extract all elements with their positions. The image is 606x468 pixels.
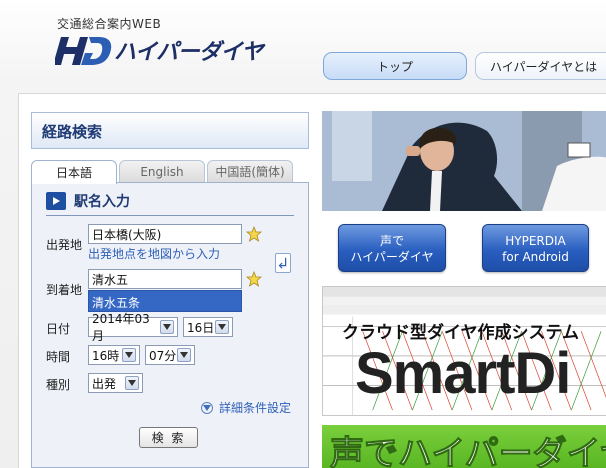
type-value: 出発 (92, 376, 117, 391)
voice-line2: ハイパーダイヤ (350, 250, 434, 264)
expand-icon (201, 401, 213, 414)
type-label: 種別 (46, 378, 71, 392)
site-subtitle: 交通総合案内WEB (57, 17, 162, 31)
play-icon (46, 192, 66, 210)
to-label: 到着地 (46, 283, 83, 297)
voice-line1: 声で (379, 234, 404, 248)
section-header: 駅名入力 (46, 191, 130, 211)
month-select[interactable]: 2014年03月 (88, 312, 178, 343)
chevron-down-icon (122, 348, 136, 362)
from-label: 出発地 (46, 238, 83, 252)
chevron-down-icon (215, 320, 229, 334)
station-input-heading: 駅名入力 (74, 194, 130, 210)
nav-tab-about[interactable]: ハイパーダイヤとは (475, 52, 606, 80)
hyperdia-android-button[interactable]: HYPERDIA for Android (482, 224, 589, 272)
minute-select[interactable]: 07分 (145, 345, 195, 365)
smartdia-logo: SmartDi (355, 341, 571, 406)
favorite-star-icon[interactable] (246, 271, 262, 287)
detail-settings-label: 詳細条件設定 (219, 401, 292, 415)
android-line2: for Android (502, 250, 569, 264)
chevron-down-icon (125, 376, 139, 390)
route-search-title: 経路検索 (31, 112, 309, 149)
favorite-star-icon[interactable] (246, 226, 262, 242)
section-divider (46, 215, 294, 216)
tab-chinese[interactable]: 中国語(簡体) (207, 160, 293, 182)
detail-settings-link[interactable]: 詳細条件設定 (201, 399, 291, 416)
voice-banner-text: 声でハイパーダイヤ (330, 434, 606, 468)
swap-icon[interactable] (275, 253, 291, 273)
nav-tab-top[interactable]: トップ (323, 52, 467, 80)
time-label: 時間 (46, 350, 71, 364)
to-station-input[interactable] (88, 269, 242, 289)
android-line1: HYPERDIA (505, 234, 566, 248)
minute-value: 07分 (149, 348, 177, 363)
voice-hyperdia-button[interactable]: 声で ハイパーダイヤ (338, 224, 446, 272)
chevron-down-icon (160, 320, 174, 334)
type-select[interactable]: 出発 (88, 373, 143, 393)
day-value: 16日 (187, 320, 215, 335)
hd-logo-icon[interactable] (55, 33, 113, 67)
map-input-link[interactable]: 出発地点を地図から入力 (88, 245, 220, 262)
hero-image (322, 111, 606, 211)
page: 交通総合案内WEB ハイパーダイヤ トップ ハイパーダイヤとは 経路検索 日本語… (0, 0, 606, 468)
search-button[interactable]: 検 索 (139, 427, 198, 448)
autocomplete-suggestion[interactable]: 清水五条 (88, 290, 242, 312)
chevron-down-icon (177, 348, 191, 362)
logo-text[interactable]: ハイパーダイヤ (114, 34, 263, 66)
month-value: 2014年03月 (92, 312, 150, 343)
day-select[interactable]: 16日 (183, 317, 233, 337)
tab-english[interactable]: English (119, 160, 205, 182)
hour-value: 16時 (92, 348, 120, 363)
hour-select[interactable]: 16時 (88, 345, 140, 365)
from-station-input[interactable] (88, 224, 242, 244)
date-label: 日付 (46, 322, 71, 336)
tab-japanese[interactable]: 日本語 (31, 160, 117, 184)
